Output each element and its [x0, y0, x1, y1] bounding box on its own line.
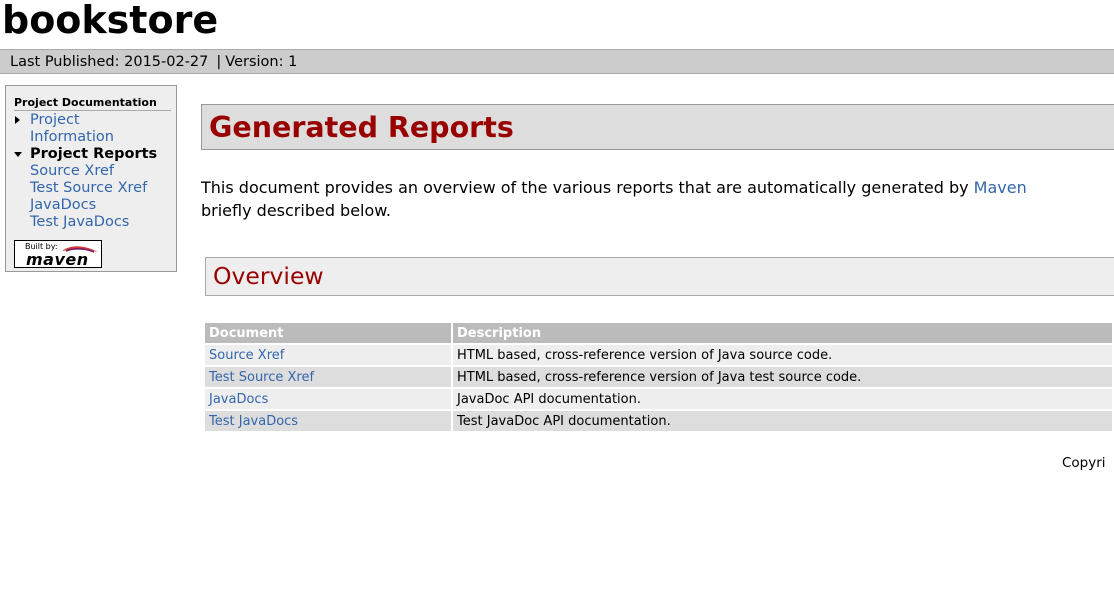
- report-description: Test JavaDoc API documentation.: [452, 410, 1114, 433]
- breadcrumb-bar: Last Published: 2015-02-27 | Version: 1: [0, 49, 1114, 74]
- table-row: JavaDocs JavaDoc API documentation.: [205, 388, 1114, 411]
- breadcrumb-separator: |: [216, 54, 222, 70]
- column-header-document: Document: [205, 323, 453, 345]
- nav-link-test-javadocs[interactable]: Test JavaDocs: [30, 214, 129, 230]
- report-description: HTML based, cross-reference version of J…: [452, 344, 1114, 367]
- nav-subitems: Source Xref Test Source Xref JavaDocs Te…: [14, 163, 176, 231]
- table-row: Source Xref HTML based, cross-reference …: [205, 344, 1114, 367]
- report-link-test-source-xref[interactable]: Test Source Xref: [209, 370, 314, 385]
- reports-table: Document Description Source Xref HTML ba…: [205, 323, 1114, 433]
- nav-item-project-reports[interactable]: Project Reports: [14, 146, 176, 163]
- page-title: Generated Reports: [209, 111, 514, 144]
- maven-wordmark: maven: [26, 250, 89, 269]
- nav-link-source-xref[interactable]: Source Xref: [30, 163, 114, 179]
- table-row: Test JavaDocs Test JavaDoc API documenta…: [205, 410, 1114, 433]
- built-by-maven-logo[interactable]: Built by: maven: [14, 240, 102, 269]
- intro-paragraph: This document provides an overview of th…: [201, 176, 1114, 222]
- version-label: Version: 1: [225, 54, 298, 70]
- nav-link-test-source-xref[interactable]: Test Source Xref: [30, 180, 147, 196]
- page-title-box: Generated Reports: [201, 104, 1114, 150]
- report-description: HTML based, cross-reference version of J…: [452, 366, 1114, 389]
- nav-link-project-information[interactable]: Project Information: [30, 112, 114, 145]
- nav-label-line1: Project: [30, 112, 80, 128]
- maven-link[interactable]: Maven: [974, 178, 1027, 197]
- report-link-test-javadocs[interactable]: Test JavaDocs: [209, 414, 298, 429]
- main-content: Generated Reports This document provides…: [201, 104, 1114, 433]
- report-link-source-xref[interactable]: Source Xref: [209, 348, 284, 363]
- nav-heading: Project Documentation: [14, 96, 171, 111]
- sidebar-nav: Project Documentation Project Information…: [5, 85, 177, 272]
- footer-copyright: Copyri: [1062, 455, 1106, 471]
- report-link-javadocs[interactable]: JavaDocs: [209, 392, 268, 407]
- overview-title: Overview: [213, 262, 324, 290]
- nav-label-project-reports: Project Reports: [30, 146, 158, 162]
- nav-item-project-information[interactable]: Project Information: [14, 112, 176, 146]
- intro-text-line1: This document provides an overview of th…: [201, 178, 974, 197]
- nav-label-line2: Information: [30, 129, 114, 145]
- intro-text-line2: briefly described below.: [201, 201, 391, 220]
- overview-section-header: Overview: [205, 257, 1114, 296]
- site-title: bookstore: [2, 0, 219, 42]
- report-description: JavaDoc API documentation.: [452, 388, 1114, 411]
- table-header-row: Document Description: [205, 323, 1114, 345]
- nav-link-javadocs[interactable]: JavaDocs: [30, 197, 96, 213]
- expanded-arrow-icon: [14, 152, 22, 157]
- column-header-description: Description: [452, 323, 1114, 345]
- last-published: Last Published: 2015-02-27: [10, 54, 209, 70]
- table-row: Test Source Xref HTML based, cross-refer…: [205, 366, 1114, 389]
- collapsed-arrow-icon: [15, 116, 20, 124]
- banner: bookstore: [0, 0, 1114, 48]
